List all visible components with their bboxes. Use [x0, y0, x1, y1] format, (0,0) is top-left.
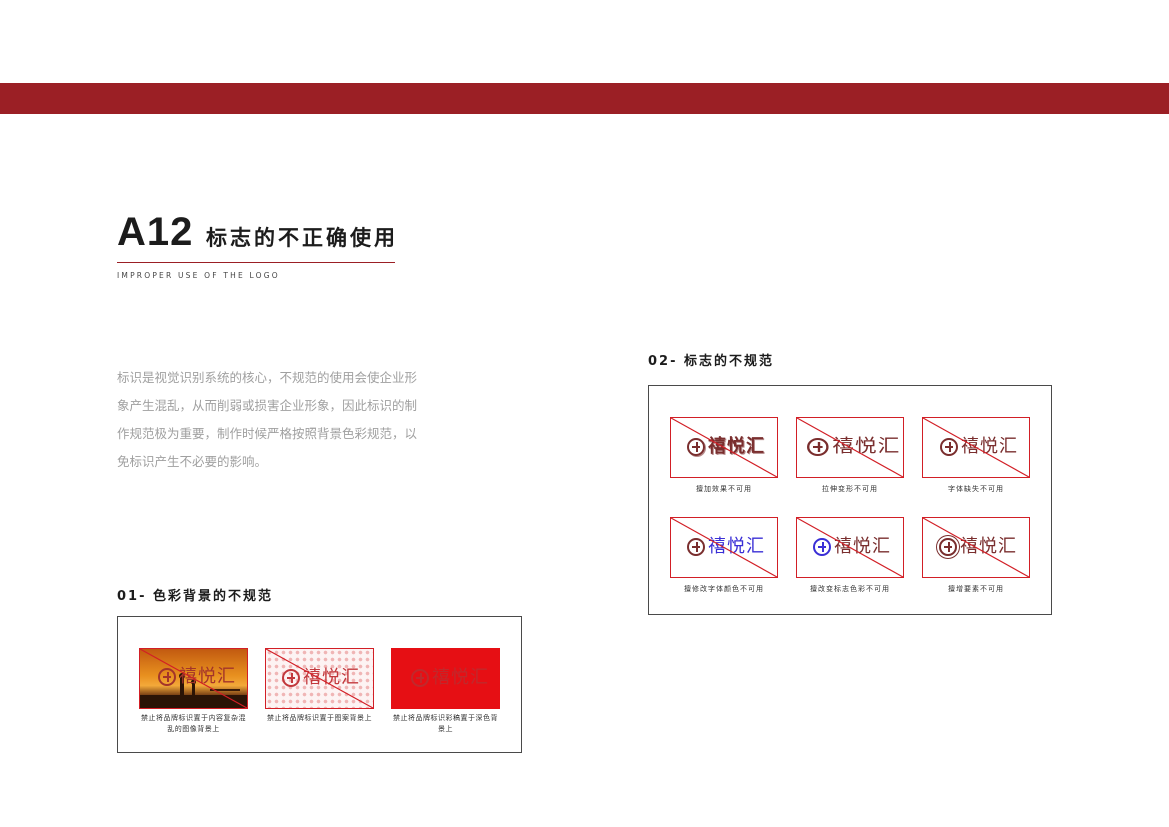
page-title: 标志的不正确使用 [206, 226, 398, 250]
section1-caption-3: 禁止将品牌标识彩稿置于深色背景上 [393, 714, 498, 733]
section1-panel: 禧悦汇 禁止将品牌标识置于内容复杂混乱的图像背景上 禧悦汇 禁止将品牌标识置于图… [117, 616, 522, 753]
prohibit-slash-icon [923, 518, 1029, 577]
prohibit-slash-icon [671, 418, 777, 477]
section2-caption-2: 拉伸变形不可用 [822, 485, 878, 493]
solid-bg-tile: 禧悦汇 [391, 648, 500, 709]
sunset-bg-tile: 禧悦汇 [139, 648, 248, 709]
stretched-tile: 禧悦汇 [796, 417, 904, 478]
prohibit-slash-icon [671, 518, 777, 577]
title-rule [117, 262, 395, 263]
section2-panel: 禧悦汇 擅加效果不可用 禧悦汇 拉伸变形不可用 禧悦汇 字体缺失不可用 禧悦汇 … [648, 385, 1052, 615]
section2-caption-5: 擅改变标志色彩不可用 [810, 585, 890, 593]
section2-caption-3: 字体缺失不可用 [948, 485, 1004, 493]
prohibit-slash-icon [797, 418, 903, 477]
logo-wordmark: 禧悦汇 [432, 667, 489, 688]
prohibit-slash-icon [797, 518, 903, 577]
mark-color-tile: 禧悦汇 [796, 517, 904, 578]
page-subtitle: IMPROPER USE OF THE LOGO [117, 271, 280, 280]
top-band [0, 83, 1169, 114]
font-color-tile: 禧悦汇 [670, 517, 778, 578]
intro-paragraph: 标识是视觉识别系统的核心，不规范的使用会使企业形象产生混乱，从而削弱或损害企业形… [117, 370, 418, 469]
prohibit-slash-icon [266, 649, 373, 708]
effect-tile: 禧悦汇 [670, 417, 778, 478]
section2-caption-4: 擅修改字体颜色不可用 [684, 585, 764, 593]
section2-caption-6: 擅增要素不可用 [948, 585, 1004, 593]
extra-element-tile: 禧悦汇 [922, 517, 1030, 578]
page-code: A12 [117, 210, 194, 254]
section1-caption-1: 禁止将品牌标识置于内容复杂混乱的图像背景上 [141, 714, 246, 733]
pattern-bg-tile: 禧悦汇 [265, 648, 374, 709]
prohibit-slash-icon [923, 418, 1029, 477]
missing-text-tile: 禧悦汇 [922, 417, 1030, 478]
prohibit-slash-icon [140, 649, 247, 708]
section1-caption-2: 禁止将品牌标识置于图案背景上 [267, 714, 372, 722]
section2-heading: 02- 标志的不规范 [648, 354, 775, 369]
logo: 禧悦汇 [411, 668, 489, 688]
section2-caption-1: 擅加效果不可用 [696, 485, 752, 493]
logo-mark-icon [411, 669, 429, 687]
section1-heading: 01- 色彩背景的不规范 [117, 589, 274, 604]
